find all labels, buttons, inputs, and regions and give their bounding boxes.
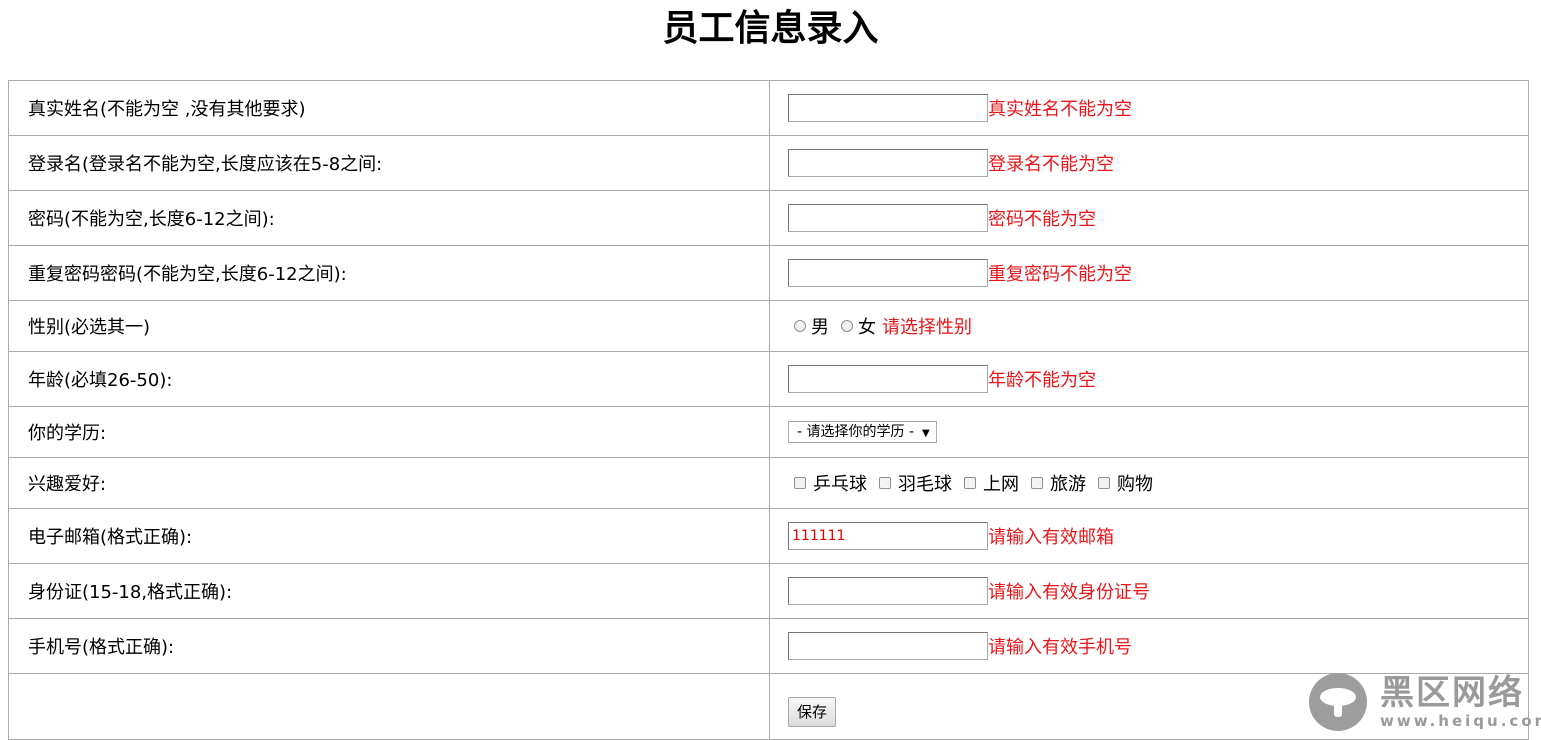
hobbies-label: 兴趣爱好: [8,457,770,509]
hobby-option-internet: 上网 [983,474,1019,495]
password-input[interactable] [788,204,988,232]
save-button[interactable]: 保存 [788,696,837,727]
dropdown-arrow-icon: ▼ [922,428,930,439]
hobby-checkbox-travel[interactable] [1031,477,1043,489]
education-label: 你的学历: [8,406,770,458]
realname-input[interactable] [788,94,988,122]
hobby-checkbox-internet[interactable] [964,477,976,489]
form-row-gender: 性别(必选其一) 男 女请选择性别 [8,300,1529,352]
loginname-label: 登录名(登录名不能为空,长度应该在5-8之间: [8,135,770,191]
email-label: 电子邮箱(格式正确): [8,508,770,564]
phone-error: 请输入有效手机号 [988,637,1132,658]
phone-input[interactable] [788,632,988,660]
age-input[interactable] [788,365,988,393]
form-row-realname: 真实姓名(不能为空 ,没有其他要求) 真实姓名不能为空 [8,80,1529,136]
idcard-error: 请输入有效身份证号 [988,582,1150,603]
phone-label: 手机号(格式正确): [8,618,770,674]
form-row-password: 密码(不能为空,长度6-12之间): 密码不能为空 [8,190,1529,246]
realname-label: 真实姓名(不能为空 ,没有其他要求) [8,80,770,136]
repassword-error: 重复密码不能为空 [988,264,1132,285]
form-row-hobbies: 兴趣爱好: 乒乓球 羽毛球 上网 旅游 购物 [8,457,1529,509]
education-select[interactable]: - 请选择你的学历 - ▼ [788,421,937,443]
education-selected-value: - 请选择你的学历 - [797,424,915,440]
submit-row-empty-cell [8,673,770,740]
email-input[interactable] [788,522,988,550]
form-row-repassword: 重复密码密码(不能为空,长度6-12之间): 重复密码不能为空 [8,245,1529,301]
password-error: 密码不能为空 [988,209,1096,230]
site-watermark: 黑区网络 www.heiqu.com [1306,672,1541,732]
form-row-submit: 保存 [8,673,1529,740]
form-row-loginname: 登录名(登录名不能为空,长度应该在5-8之间: 登录名不能为空 [8,135,1529,191]
form-row-age: 年龄(必填26-50): 年龄不能为空 [8,351,1529,407]
gender-error: 请选择性别 [882,317,972,338]
hobby-option-badminton: 羽毛球 [898,474,952,495]
watermark-title: 黑区网络 [1380,673,1524,713]
loginname-error: 登录名不能为空 [988,154,1114,175]
page-title: 员工信息录入 [662,8,879,49]
hobby-checkbox-pingpong[interactable] [794,477,806,489]
hobby-option-pingpong: 乒乓球 [813,474,867,495]
gender-label: 性别(必选其一) [8,300,770,352]
hobby-checkbox-shopping[interactable] [1098,477,1110,489]
age-label: 年龄(必填26-50): [8,351,770,407]
realname-error: 真实姓名不能为空 [988,99,1132,120]
form-row-phone: 手机号(格式正确): 请输入有效手机号 [8,618,1529,674]
form-row-idcard: 身份证(15-18,格式正确): 请输入有效身份证号 [8,563,1529,619]
email-error: 请输入有效邮箱 [988,527,1114,548]
hobby-option-shopping: 购物 [1117,474,1153,495]
hobby-option-travel: 旅游 [1050,474,1086,495]
form-row-education: 你的学历: - 请选择你的学历 - ▼ [8,406,1529,458]
idcard-input[interactable] [788,577,988,605]
gender-option-male: 男 [811,317,829,338]
mushroom-logo-icon [1309,673,1367,731]
gender-radio-female[interactable] [841,320,853,332]
age-error: 年龄不能为空 [988,370,1096,391]
gender-option-female: 女 [858,317,876,338]
mushroom-logo-shape [1320,688,1356,717]
employee-form: 真实姓名(不能为空 ,没有其他要求) 真实姓名不能为空 登录名(登录名不能为空,… [8,80,1529,740]
repassword-input[interactable] [788,259,988,287]
idcard-label: 身份证(15-18,格式正确): [8,563,770,619]
watermark-url: www.heiqu.com [1380,712,1541,730]
hobby-checkbox-badminton[interactable] [879,477,891,489]
repassword-label: 重复密码密码(不能为空,长度6-12之间): [8,245,770,301]
gender-radio-male[interactable] [794,320,806,332]
form-row-email: 电子邮箱(格式正确): 请输入有效邮箱 [8,508,1529,564]
loginname-input[interactable] [788,149,988,177]
password-label: 密码(不能为空,长度6-12之间): [8,190,770,246]
